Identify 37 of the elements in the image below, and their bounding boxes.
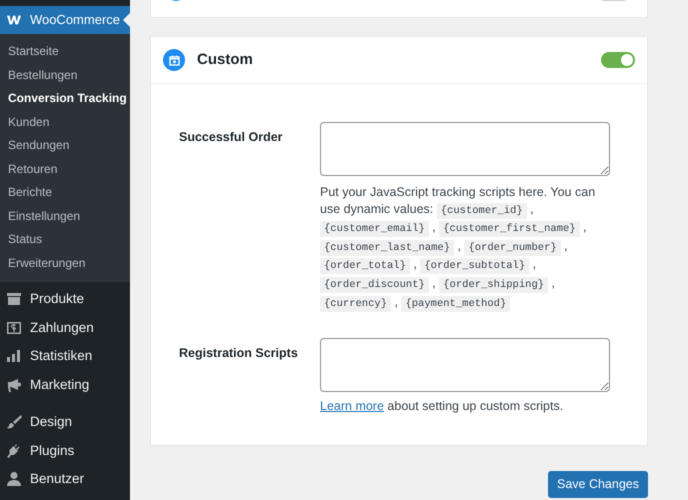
box-icon (6, 291, 22, 308)
submenu-item[interactable]: Berichte (0, 181, 130, 204)
field-label: Registration Scripts (179, 345, 299, 362)
sidebar-menu-item[interactable]: Design (0, 408, 130, 436)
submenu-item[interactable]: Erweiterungen (0, 252, 130, 275)
card-title: Custom (197, 50, 254, 70)
submenu-item[interactable]: Einstellungen (0, 204, 130, 228)
submenu-item[interactable]: Bestellungen (0, 64, 130, 87)
calendar-icon (163, 49, 185, 71)
script-textarea[interactable] (320, 338, 610, 392)
submenu-item[interactable]: Startseite (0, 40, 130, 64)
sidebar-menu-item[interactable]: Zahlungen (0, 314, 130, 342)
logo-icon (7, 15, 22, 25)
sidebar-menu-item[interactable]: Marketing (0, 370, 130, 399)
person-icon (6, 471, 22, 488)
learn-more-link[interactable]: Learn more (320, 399, 384, 414)
submenu-item[interactable]: Status (0, 228, 130, 252)
field-description: Put your JavaScript tracking scripts here. You can use dynamic values: {customer_id} , {customer_email} , {customer_first_name} , {customer_last_name} , {order_number} , {order_total} , {order_subtotal} , {order_discount} , {order_shipping} , {currency} , {payment_method} (320, 184, 596, 312)
sidebar-menu-item[interactable]: Plugins (0, 436, 130, 465)
sidebar-menu-item[interactable]: Statistiken (0, 342, 130, 370)
field-label: Successful Order (179, 129, 284, 146)
sidebar-menu-item[interactable]: WooCommerce (0, 6, 130, 34)
script-textarea[interactable] (320, 122, 610, 176)
toggle-switch[interactable] (601, 52, 635, 68)
plug-icon (6, 442, 22, 459)
submenu-item[interactable]: Sendungen (0, 134, 130, 158)
dollar-icon (6, 320, 22, 336)
bar-chart-icon (6, 348, 22, 364)
save-button[interactable]: Save Changes (548, 470, 648, 498)
sidebar-menu-item[interactable]: Benutzer (0, 465, 130, 494)
help-text: Learn more about setting up custom scripts. (320, 398, 564, 415)
submenu-item[interactable]: Conversion Tracking (0, 87, 130, 110)
submenu-item[interactable]: Kunden (0, 110, 130, 134)
submenu-item[interactable]: Retouren (0, 158, 130, 181)
brush-icon (6, 414, 22, 430)
sidebar-menu-item[interactable]: Produkte (0, 285, 130, 314)
megaphone-icon (6, 376, 22, 393)
